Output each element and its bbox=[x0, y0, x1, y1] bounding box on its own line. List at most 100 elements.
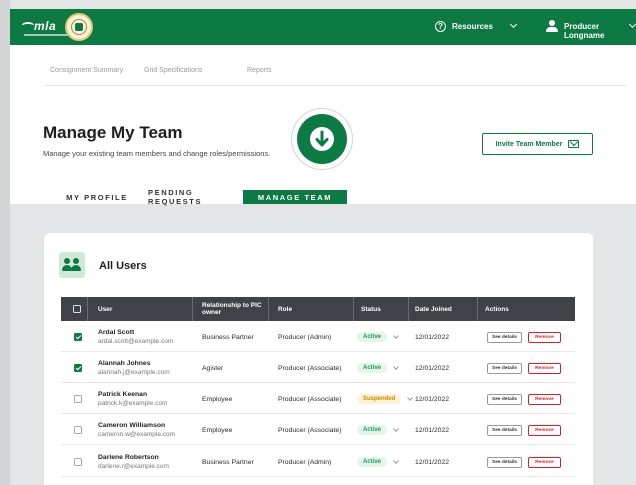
actions-cell: See details Remove bbox=[487, 322, 561, 352]
date-joined-cell: 12/01/2022 bbox=[415, 395, 450, 403]
relationship-cell: Business Partner bbox=[202, 333, 254, 341]
date-joined-cell: 12/01/2022 bbox=[415, 333, 450, 341]
chevron-down-icon[interactable] bbox=[393, 457, 399, 464]
status-cell[interactable]: Active bbox=[357, 415, 399, 445]
all-users-card: All Users User Relationship to PIC owner… bbox=[44, 233, 593, 485]
actions-cell: See details Remove bbox=[487, 384, 561, 414]
column-header-relationship[interactable]: Relationship to PIC owner bbox=[202, 297, 262, 321]
actions-cell: See details Remove bbox=[487, 415, 561, 445]
subnav-reports[interactable]: Reports bbox=[247, 67, 272, 74]
table-row[interactable]: Alannah Johnes alannah.j@example.com Agist… bbox=[61, 353, 575, 383]
status-badge: Active bbox=[357, 425, 388, 435]
invite-label: Invite Team Member bbox=[495, 140, 563, 148]
table-row[interactable]: Patrick Keenan patrick.k@example.com Emplo… bbox=[61, 384, 575, 414]
user-cell: Patrick Keenan patrick.k@example.com bbox=[98, 384, 167, 414]
invite-team-member-button[interactable]: Invite Team Member bbox=[482, 133, 593, 155]
date-joined-cell: 12/01/2022 bbox=[415, 364, 450, 372]
see-details-button[interactable]: See details bbox=[487, 331, 523, 343]
user-email: ardal.scott@example.com bbox=[98, 338, 174, 345]
help-icon[interactable]: ? bbox=[435, 21, 446, 32]
date-joined-cell: 12/01/2022 bbox=[415, 426, 450, 434]
status-cell[interactable]: Suspended bbox=[357, 384, 414, 414]
user-email: patrick.k@example.com bbox=[98, 400, 168, 407]
row-checkbox[interactable] bbox=[74, 458, 82, 466]
resources-menu[interactable]: Resources bbox=[452, 22, 493, 31]
chevron-down-icon[interactable] bbox=[393, 363, 399, 370]
relationship-cell: Business Partner bbox=[202, 458, 254, 466]
user-name: Ardal Scott bbox=[98, 329, 135, 336]
select-all-checkbox[interactable] bbox=[73, 305, 81, 313]
remove-button[interactable]: Remove bbox=[528, 424, 561, 436]
role-cell: Producer (Admin) bbox=[278, 333, 332, 341]
row-select-cell bbox=[74, 415, 82, 445]
relationship-cell: Agister bbox=[202, 364, 224, 372]
table-row[interactable]: Cameron Williamson cameron.w@example.com E… bbox=[61, 415, 575, 445]
mla-logo[interactable]: mla bbox=[22, 19, 68, 36]
subnav-consignment-summary[interactable]: Consignment Summary bbox=[50, 67, 123, 74]
status-cell[interactable]: Active bbox=[357, 353, 399, 383]
user-name: Cameron Williamson bbox=[98, 422, 166, 429]
see-details-button[interactable]: See details bbox=[487, 393, 523, 405]
user-cell: Alannah Johnes alannah.j@example.com bbox=[98, 353, 170, 383]
user-name: Patrick Keenan bbox=[98, 391, 148, 398]
mail-icon bbox=[568, 140, 580, 148]
remove-button[interactable]: Remove bbox=[528, 362, 561, 374]
user-cell: Ardal Scott ardal.scott@example.com bbox=[98, 322, 173, 352]
remove-button[interactable]: Remove bbox=[528, 393, 561, 405]
column-header-date-joined[interactable]: Date Joined bbox=[415, 297, 452, 321]
role-cell: Producer (Associate) bbox=[278, 426, 342, 434]
down-arrow-icon[interactable] bbox=[292, 109, 352, 169]
chevron-down-icon[interactable] bbox=[407, 394, 414, 401]
see-details-button[interactable]: See details bbox=[487, 424, 523, 436]
user-icon bbox=[546, 20, 558, 33]
users-icon bbox=[59, 252, 85, 278]
tab-my-profile[interactable]: MY PROFILE bbox=[62, 190, 132, 204]
chevron-down-icon[interactable] bbox=[393, 425, 399, 432]
see-details-button[interactable]: See details bbox=[487, 456, 523, 468]
chevron-down-icon[interactable] bbox=[509, 20, 518, 29]
table-row[interactable]: Ardal Scott ardal.scott@example.com Busine… bbox=[61, 322, 575, 352]
user-email: alannah.j@example.com bbox=[98, 369, 170, 376]
column-header-actions: Actions bbox=[485, 305, 509, 313]
page-subtitle: Manage your existing team members and ch… bbox=[43, 149, 271, 158]
user-email: cameron.w@example.com bbox=[98, 431, 176, 438]
status-cell[interactable]: Active bbox=[357, 322, 399, 352]
user-menu[interactable]: Producer Longname bbox=[564, 22, 636, 40]
column-header-user[interactable]: User bbox=[98, 297, 112, 321]
column-header-role[interactable]: Role bbox=[278, 297, 292, 321]
status-badge: Active bbox=[357, 332, 388, 342]
remove-button[interactable]: Remove bbox=[528, 331, 561, 343]
column-header-status[interactable]: Status bbox=[361, 297, 381, 321]
actions-cell: See details Remove bbox=[487, 353, 561, 383]
status-badge: Active bbox=[357, 363, 388, 373]
user-cell: Darlene Robertson darlene.r@example.com bbox=[98, 447, 169, 477]
divider bbox=[45, 85, 626, 86]
table-row[interactable]: Darlene Robertson darlene.r@example.com Bu… bbox=[61, 447, 575, 477]
table-header: User Relationship to PIC owner Role Stat… bbox=[61, 297, 575, 321]
role-cell: Producer (Associate) bbox=[278, 364, 342, 372]
row-checkbox[interactable] bbox=[74, 426, 82, 434]
page-header-section: Consignment Summary Grid Specifications … bbox=[10, 45, 636, 206]
left-strip bbox=[0, 0, 10, 485]
relationship-cell: Employee bbox=[202, 395, 233, 403]
row-select-cell bbox=[74, 353, 82, 383]
row-select-cell bbox=[74, 322, 82, 352]
row-checkbox[interactable] bbox=[74, 333, 82, 341]
user-name: Alannah Johnes bbox=[98, 360, 151, 367]
subnav-grid-specifications[interactable]: Grid Specifications bbox=[144, 67, 202, 74]
remove-button[interactable]: Remove bbox=[528, 456, 561, 468]
tab-pending-requests[interactable]: PENDING REQUESTS bbox=[148, 188, 243, 206]
page-title: Manage My Team bbox=[43, 123, 183, 142]
select-all-cell bbox=[73, 297, 81, 321]
chevron-down-icon[interactable] bbox=[393, 332, 399, 339]
date-joined-cell: 12/01/2022 bbox=[415, 458, 450, 466]
actions-cell: See details Remove bbox=[487, 447, 561, 477]
status-cell[interactable]: Active bbox=[357, 447, 399, 477]
tab-manage-team[interactable]: MANAGE TEAM bbox=[243, 190, 347, 204]
row-select-cell bbox=[74, 384, 82, 414]
row-checkbox[interactable] bbox=[74, 364, 82, 372]
see-details-button[interactable]: See details bbox=[487, 362, 523, 374]
top-navigation-bar: mla ? Resources Producer Longname bbox=[10, 9, 636, 45]
row-checkbox[interactable] bbox=[74, 395, 82, 403]
relationship-cell: Employee bbox=[202, 426, 233, 434]
